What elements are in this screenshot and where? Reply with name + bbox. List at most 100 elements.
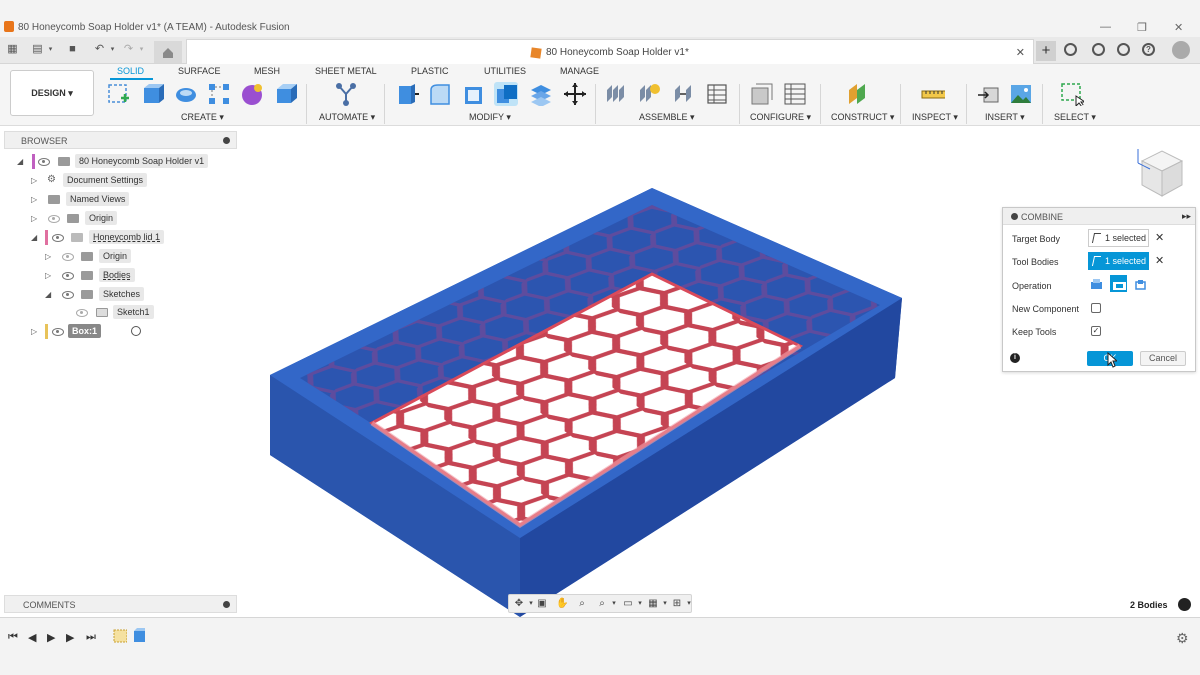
configuration-table-icon[interactable] [783, 82, 807, 106]
assemble-group-label[interactable]: ASSEMBLE ▾ [639, 112, 695, 123]
tab-sheet-metal[interactable]: SHEET METAL [315, 66, 377, 76]
insert-canvas-icon[interactable] [1009, 82, 1033, 106]
browser-node-lid-origin[interactable]: ▷ Origin [0, 249, 240, 265]
workspace-switcher[interactable]: DESIGN ▾ [10, 70, 94, 116]
undo-icon[interactable]: ↶ [94, 44, 105, 55]
tab-solid[interactable]: SOLID [117, 66, 144, 76]
go-to-start-icon[interactable]: ⏮ [8, 631, 18, 644]
fillet-icon[interactable] [428, 82, 452, 106]
view-cube[interactable] [1132, 141, 1184, 201]
step-forward-icon[interactable]: ▶ [66, 631, 74, 644]
create-sketch-icon[interactable] [107, 82, 131, 106]
combine-dialog-header[interactable]: COMBINE ▸▸ [1003, 208, 1195, 225]
maximize-button[interactable]: ❐ [1137, 21, 1147, 34]
browser-node-origin[interactable]: ▷ Origin [0, 211, 240, 227]
cut-operation-icon[interactable] [1110, 275, 1127, 292]
help-icon[interactable]: ? [1142, 43, 1155, 56]
expand-icon[interactable]: ▷ [31, 195, 37, 204]
keep-tools-checkbox[interactable]: ✓ [1091, 326, 1101, 336]
extensions-icon[interactable] [1064, 43, 1077, 56]
insert-derive-icon[interactable] [976, 82, 1000, 106]
shell-icon[interactable] [462, 82, 486, 106]
notifications-icon[interactable] [1117, 43, 1130, 56]
visibility-icon[interactable] [62, 272, 74, 280]
extrude-icon[interactable] [141, 82, 165, 106]
browser-panel-header[interactable]: BROWSER [4, 131, 237, 149]
automate-icon[interactable] [334, 82, 358, 106]
tab-mesh[interactable]: MESH [254, 66, 280, 76]
comments-panel-header[interactable]: COMMENTS [4, 595, 237, 613]
visibility-icon[interactable] [52, 328, 64, 336]
select-group-label[interactable]: SELECT ▾ [1054, 112, 1096, 123]
browser-node-named-views[interactable]: ▷ Named Views [0, 192, 240, 208]
tab-plastic[interactable]: PLASTIC [411, 66, 449, 76]
hidden-visibility-icon[interactable] [76, 309, 88, 317]
collapse-icon[interactable]: ◢ [45, 290, 51, 299]
play-icon[interactable]: ▶ [47, 631, 55, 644]
apps-grid-icon[interactable]: ▦ [7, 44, 18, 55]
expand-icon[interactable]: ▷ [31, 176, 37, 185]
construct-group-label[interactable]: CONSTRUCT ▾ [831, 112, 894, 123]
close-tab-icon[interactable]: ✕ [1016, 46, 1025, 59]
create-form-icon[interactable] [240, 82, 264, 106]
fit-icon[interactable]: ⌕ [596, 598, 608, 610]
minimize-button[interactable]: — [1100, 21, 1111, 33]
browser-pin-icon[interactable] [223, 137, 230, 144]
measure-icon[interactable] [921, 82, 945, 106]
viewports-icon[interactable]: ⊞ [671, 598, 683, 610]
offset-plane-icon[interactable] [847, 82, 871, 106]
new-component-checkbox[interactable] [1091, 303, 1101, 313]
browser-root-node[interactable]: ◢ 80 Honeycomb Soap Holder v1 [0, 154, 240, 170]
hidden-visibility-icon[interactable] [62, 253, 74, 261]
expand-icon[interactable]: ▷ [45, 252, 51, 261]
browser-node-document-settings[interactable]: ▷ ⚙ Document Settings [0, 173, 240, 189]
browser-node-sketch1[interactable]: Sketch1 [0, 305, 240, 321]
user-avatar[interactable] [1172, 41, 1190, 59]
info-icon[interactable]: i [1010, 353, 1020, 363]
clear-target-icon[interactable]: ✕ [1155, 231, 1164, 244]
browser-node-box[interactable]: ▷ Box:1 [0, 324, 240, 340]
tool-bodies-selector[interactable]: 1 selected [1088, 252, 1149, 270]
create-group-label[interactable]: CREATE ▾ [181, 112, 224, 123]
comments-add-icon[interactable] [223, 601, 230, 608]
browser-node-bodies[interactable]: ▷ Bodies [0, 268, 240, 284]
expand-arrow-icon[interactable]: ▸▸ [1182, 211, 1191, 222]
new-component-icon[interactable] [605, 82, 629, 106]
job-status-icon[interactable] [1092, 43, 1105, 56]
fit-chevron-icon[interactable]: ▾ [608, 598, 620, 610]
inspect-group-label[interactable]: INSPECT ▾ [912, 112, 958, 123]
automate-group-label[interactable]: AUTOMATE ▾ [319, 112, 375, 123]
display-settings-icon[interactable]: ▭ [622, 598, 634, 610]
expand-icon[interactable]: ▷ [31, 214, 37, 223]
visibility-icon[interactable] [52, 234, 64, 242]
align-icon[interactable] [529, 82, 553, 106]
tab-utilities[interactable]: UTILITIES [484, 66, 526, 76]
grid-chevron-icon[interactable]: ▾ [659, 598, 671, 610]
modify-group-label[interactable]: MODIFY ▾ [469, 112, 511, 123]
redo-icon[interactable]: ↷ [123, 44, 134, 55]
pan-hand-icon[interactable]: ✋ [556, 598, 568, 610]
collapse-icon[interactable]: ◢ [31, 233, 37, 242]
home-button[interactable] [154, 41, 182, 63]
file-menu-chevron-icon[interactable]: ▾ [45, 44, 56, 55]
configure-group-label[interactable]: CONFIGURE ▾ [750, 112, 811, 123]
clear-tools-icon[interactable]: ✕ [1155, 254, 1164, 267]
cancel-button[interactable]: Cancel [1140, 351, 1186, 366]
document-tab[interactable]: 80 Honeycomb Soap Holder v1* ✕ [186, 39, 1034, 64]
visibility-icon[interactable] [38, 158, 50, 166]
zoom-icon[interactable]: ⌕ [576, 598, 588, 610]
pattern-icon[interactable] [207, 82, 231, 106]
timeline-settings-gear-icon[interactable]: ⚙ [1176, 630, 1189, 647]
bodies-status-icon[interactable] [1178, 598, 1191, 611]
display-chevron-icon[interactable]: ▾ [634, 598, 646, 610]
close-window-button[interactable]: ✕ [1174, 21, 1183, 34]
as-built-joint-icon[interactable] [672, 82, 696, 106]
browser-node-sketches[interactable]: ◢ Sketches [0, 287, 240, 303]
joint-icon[interactable] [638, 82, 662, 106]
look-at-icon[interactable]: ▣ [536, 598, 548, 610]
undo-chevron-icon[interactable]: ▾ [107, 44, 118, 55]
intersect-operation-icon[interactable] [1132, 276, 1149, 293]
combine-icon[interactable] [494, 82, 518, 106]
tab-surface[interactable]: SURFACE [178, 66, 221, 76]
step-back-icon[interactable]: ◀ [28, 631, 36, 644]
